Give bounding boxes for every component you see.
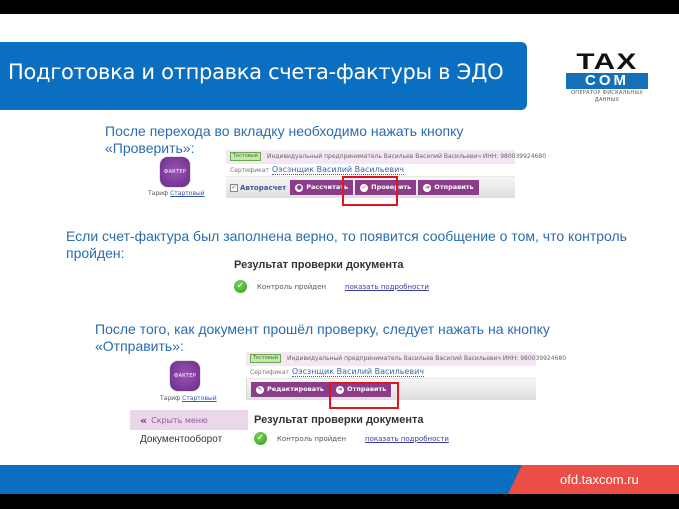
result-status: Контроль пройден [277,434,347,443]
result-row-2: ✓ Контроль пройден показать подробности [254,432,449,445]
tarif-info-1: Тариф Стартовый [148,190,205,197]
cert-name-link[interactable]: Оэсзнщик Василий Васильевич [291,367,425,377]
fakter-logo-icon: ФАКТЕР [170,361,200,391]
tarif-link[interactable]: Стартовый [182,395,217,402]
logo-com-text: COM [566,73,648,89]
test-badge: Тестовый [250,354,281,363]
show-details-link[interactable]: показать подробности [345,283,429,291]
checkbox-icon: ✓ [230,183,238,192]
logo-subtitle: ОПЕРАТОР ФИСКАЛЬНЫХ ДАННЫХ [571,90,643,103]
send-button-1[interactable]: ➜ Отправить [418,180,479,195]
taxcom-logo: TAX COM ОПЕРАТОР ФИСКАЛЬНЫХ ДАННЫХ [566,51,648,104]
step-3-text: После того, как документ прошёл проверку… [95,321,550,354]
org-bar: Тестовый Индивидуальный предприниматель В… [246,352,566,366]
bottom-black-bar [0,494,679,509]
app-logo-2: ФАКТЕР [170,361,200,391]
hide-menu-button[interactable]: « Скрыть меню [130,410,248,430]
footer-url: ofd.taxcom.ru [560,472,639,487]
double-chevron-left-icon: « [140,413,148,427]
sidebar-item-documents[interactable]: Документооборот [130,434,248,445]
app-logo-1: ФАКТЕР [160,157,190,187]
org-name: Индивидуальный предприниматель Васильев … [267,153,547,160]
success-check-icon: ✓ [254,432,267,445]
top-black-bar [0,0,679,14]
test-badge: Тестовый [230,152,261,161]
logo-tax-text: TAX [576,49,638,74]
tarif-info-2: Тариф Стартовый [160,395,217,402]
org-name: Индивидуальный предприниматель Васильев … [287,355,567,362]
highlight-send-button [329,382,399,409]
fakter-logo-icon: ФАКТЕР [160,157,190,187]
cert-row: Сертификат Оэсзнщик Василий Васильевич [250,367,425,377]
slide-title: Подготовка и отправка счета-фактуры в ЭД… [8,60,504,84]
result-row-1: ✓ Контроль пройден показать подробности [234,280,429,293]
result-title-1: Результат проверки документа [234,259,404,271]
result-title-2: Результат проверки документа [254,414,424,426]
tarif-link[interactable]: Стартовый [170,190,205,197]
edit-button[interactable]: ✎ Редактировать [251,382,330,397]
pencil-icon: ✎ [256,385,264,394]
step-2-text: Если счет-фактура был заполнена верно, т… [66,228,627,261]
success-check-icon: ✓ [234,280,247,293]
show-details-link[interactable]: показать подробности [365,435,449,443]
highlight-check-button [342,176,398,206]
sidebar: « Скрыть меню Документооборот [130,410,248,445]
result-status: Контроль пройден [257,282,327,291]
org-bar: Тестовый Индивидуальный предприниматель В… [226,150,546,164]
cert-name-link[interactable]: Оэсзнщик Василий Васильевич [271,165,405,175]
autocalc-checkbox[interactable]: ✓ Авторасчет [230,183,286,192]
send-icon: ➜ [423,183,432,192]
cert-row: Сертификат Оэсзнщик Василий Васильевич [230,165,405,175]
calculate-icon: ● [295,183,304,192]
